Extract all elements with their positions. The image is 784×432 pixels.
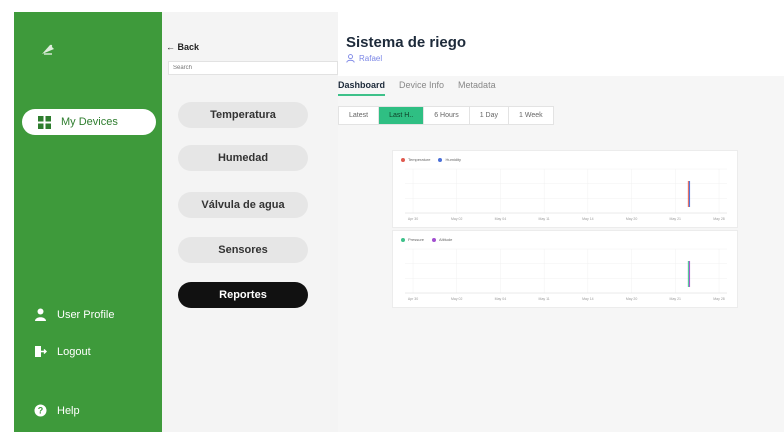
tab-device-info[interactable]: Device Info [399, 80, 444, 96]
sidebar-item-my-devices[interactable]: My Devices [22, 109, 156, 135]
sidebar: My Devices User Profile Logout ? Help [14, 12, 162, 432]
svg-text:?: ? [38, 406, 44, 416]
legend-label: Humidity [445, 157, 462, 162]
tab-bar: Dashboard Device Info Metadata [338, 80, 510, 96]
tab-dashboard[interactable]: Dashboard [338, 80, 386, 96]
x-tick-label: May 21 [670, 217, 682, 221]
chart-legend: Temperature Humidity [401, 157, 469, 162]
category-button-reportes[interactable]: Reportes [178, 282, 308, 308]
x-tick-label: May 11 [539, 297, 550, 301]
tab-metadata[interactable]: Metadata [458, 80, 496, 96]
x-tick-label: May 02 [451, 297, 463, 301]
x-tick-label: May 20 [626, 297, 638, 301]
sidebar-item-logout[interactable]: Logout [34, 345, 91, 358]
x-tick-label: May 21 [670, 297, 682, 301]
chart-pressure-altitude: Apr 30 May 02 May 04 May 11 May 14 May 20 May … [405, 248, 727, 301]
user-icon [346, 54, 355, 63]
user-icon [35, 308, 46, 321]
legend-item: Altitude [432, 237, 452, 242]
range-latest[interactable]: Latest [339, 107, 380, 124]
page-title: Sistema de riego [346, 34, 467, 51]
category-button-valvula[interactable]: Válvula de agua [178, 192, 308, 218]
time-range-selector: Latest Last H.. 6 Hours 1 Day 1 Week [338, 106, 554, 125]
chart-temperature-humidity: Apr 30 May 02 May 04 May 11 May 14 May 20 May … [405, 168, 727, 221]
x-tick-label: May 14 [582, 297, 594, 301]
x-tick-label: May 20 [626, 217, 638, 221]
back-link[interactable]: ← Back [166, 42, 199, 52]
dashboard-content: Sistema de riego Rafael Dashboard Device… [338, 12, 784, 432]
x-tick-label: May 02 [451, 217, 463, 221]
legend-label: Temperature [408, 157, 431, 162]
sidebar-item-label: User Profile [57, 308, 115, 321]
logout-icon [35, 346, 47, 357]
legend-swatch [438, 157, 443, 162]
category-button-humedad[interactable]: Humedad [178, 145, 308, 171]
legend-item: Pressure [401, 237, 424, 242]
sidebar-item-label: Help [57, 404, 80, 417]
category-panel: ← Back Temperatura Humedad Válvula de ag… [162, 12, 338, 432]
range-last-hour[interactable]: Last H.. [379, 107, 425, 124]
legend-swatch [432, 237, 437, 242]
legend-swatch [401, 237, 405, 242]
user-badge: Rafael [346, 54, 382, 63]
sidebar-item-help[interactable]: ? Help [34, 404, 80, 417]
x-tick-label: May 04 [495, 217, 507, 221]
range-1-week[interactable]: 1 Week [509, 107, 553, 124]
legend-swatch [401, 157, 405, 162]
sidebar-item-user-profile[interactable]: User Profile [34, 308, 114, 321]
x-tick-label: May 28 [713, 217, 725, 221]
dish-icon [42, 44, 54, 55]
x-tick-label: May 04 [495, 297, 507, 301]
chart-card-temperature-humidity: Apr 30 May 02 May 04 May 11 May 14 May 20 May … [392, 150, 738, 228]
x-tick-label: Apr 30 [408, 217, 418, 221]
chart-legend: Pressure Altitude [401, 237, 460, 242]
search-input[interactable] [168, 61, 338, 75]
range-1-day[interactable]: 1 Day [470, 107, 510, 124]
legend-label: Altitude [439, 237, 453, 242]
chart-card-pressure-altitude: Apr 30 May 02 May 04 May 11 May 14 May 20 May … [392, 230, 738, 308]
user-name: Rafael [359, 54, 383, 63]
sidebar-item-label: My Devices [61, 116, 118, 128]
x-tick-label: May 28 [713, 297, 725, 301]
legend-label: Pressure [408, 237, 425, 242]
grid-icon [38, 115, 51, 129]
legend-item: Temperature [401, 157, 430, 162]
x-tick-label: Apr 30 [408, 297, 418, 301]
category-button-sensores[interactable]: Sensores [178, 237, 308, 263]
x-tick-label: May 11 [539, 217, 550, 221]
sidebar-item-label: Logout [57, 345, 91, 358]
help-circle-icon: ? [34, 404, 47, 417]
x-tick-label: May 14 [582, 217, 594, 221]
category-button-temperatura[interactable]: Temperatura [178, 102, 308, 128]
legend-item: Humidity [438, 157, 461, 162]
page-header: Sistema de riego Rafael [338, 12, 784, 76]
range-6-hours[interactable]: 6 Hours [424, 107, 470, 124]
